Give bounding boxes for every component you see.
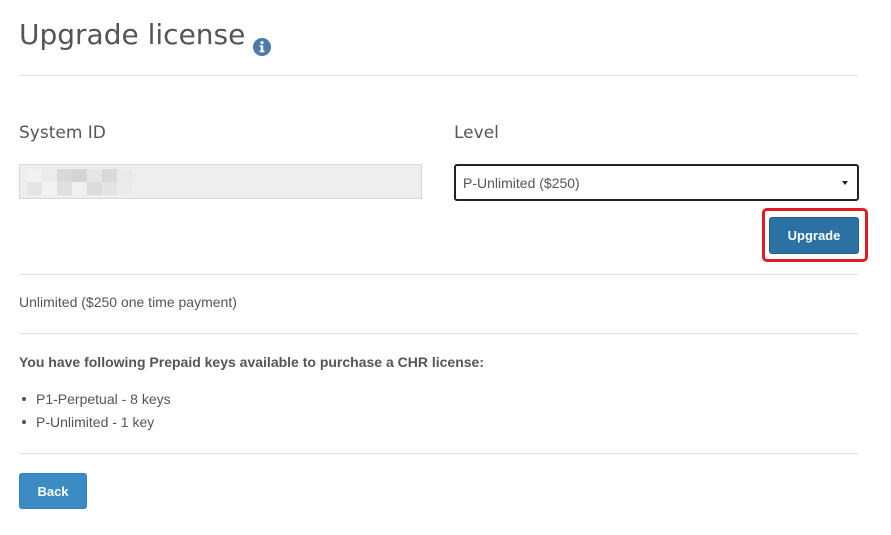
page-title: Upgrade license (19, 16, 272, 56)
level-select-value: P-Unlimited ($250) (463, 174, 580, 191)
page-title-text: Upgrade license (19, 18, 246, 51)
prepaid-key-label: P-Unlimited - 1 key (36, 414, 155, 430)
bullet-icon (22, 420, 26, 424)
bullet-icon (22, 397, 26, 401)
back-button[interactable]: Back (19, 473, 87, 509)
level-label: Level (454, 123, 499, 143)
list-item: P1-Perpetual - 8 keys (19, 390, 171, 413)
prepaid-keys-heading: You have following Prepaid keys availabl… (19, 354, 485, 370)
plan-description: Unlimited ($250 one time payment) (19, 294, 237, 310)
list-item: P-Unlimited - 1 key (19, 413, 171, 436)
divider (19, 75, 858, 76)
prepaid-keys-list: P1-Perpetual - 8 keys P-Unlimited - 1 ke… (19, 390, 171, 436)
upgrade-button[interactable]: Upgrade (769, 217, 859, 254)
prepaid-key-label: P1-Perpetual - 8 keys (36, 391, 171, 407)
redacted-value (27, 169, 132, 195)
divider (19, 453, 858, 454)
divider (19, 333, 858, 334)
system-id-label: System ID (19, 123, 106, 143)
system-id-field[interactable] (19, 164, 422, 199)
level-select[interactable]: P-Unlimited ($250) (454, 164, 859, 201)
divider (19, 274, 858, 275)
caret-down-icon (842, 181, 848, 185)
info-circle-icon[interactable] (253, 28, 272, 56)
